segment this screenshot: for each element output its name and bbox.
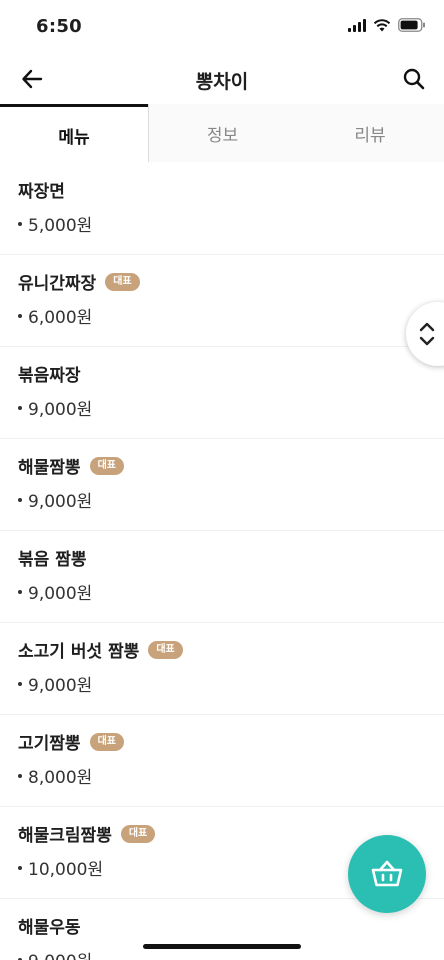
bullet-icon [18, 681, 22, 686]
menu-item-name: 볶음 짬뽕 [18, 550, 87, 570]
bullet-icon [18, 313, 22, 318]
wifi-icon [373, 18, 391, 31]
menu-item-name: 소고기 버섯 짬뽕 [18, 642, 140, 662]
signal-icon [348, 18, 366, 32]
cart-button[interactable] [348, 835, 426, 913]
status-icons [348, 18, 426, 32]
search-icon [403, 68, 425, 90]
bullet-icon [18, 497, 22, 502]
menu-item-name: 해물우동 [18, 918, 81, 938]
bullet-icon [18, 405, 22, 410]
signature-badge: 대표 [89, 456, 124, 475]
app-header: 뽕차이 [0, 54, 444, 104]
search-button[interactable] [398, 64, 430, 94]
tab-info[interactable]: 정보 [148, 104, 296, 162]
menu-item-name: 해물크림짬뽕 [18, 826, 112, 846]
menu-item-name: 해물짬뽕 [18, 458, 81, 478]
menu-item[interactable]: 유니간짜장 대표 6,000원 [0, 255, 444, 347]
menu-item-price: 8,000원 [28, 768, 93, 788]
menu-item-price: 9,000원 [28, 676, 93, 696]
chevron-up-down-icon [419, 322, 435, 346]
menu-item[interactable]: 짜장면 5,000원 [0, 163, 444, 255]
basket-icon [371, 860, 403, 887]
bullet-icon [18, 589, 22, 594]
menu-item-price: 6,000원 [28, 308, 93, 328]
menu-item-price: 9,000원 [28, 947, 92, 960]
menu-item-price: 5,000원 [28, 216, 93, 236]
menu-item-name: 볶음짜장 [18, 366, 81, 386]
menu-item-name: 유니간짜장 [18, 274, 97, 294]
bullet-icon [18, 773, 22, 778]
menu-item[interactable]: 볶음짜장 9,000원 [0, 347, 444, 439]
signature-badge: 대표 [148, 640, 183, 659]
signature-badge: 대표 [105, 272, 140, 291]
menu-item-name: 짜장면 [18, 182, 65, 202]
tab-menu[interactable]: 메뉴 [0, 104, 148, 163]
menu-item-name: 고기짬뽕 [18, 734, 81, 754]
tab-bar: 메뉴 정보 리뷰 [0, 104, 444, 163]
screen: 6:50 뽕차이 메뉴 정보 리뷰 짜장면 5,000원 유니간짜장 대표 6,… [0, 0, 444, 960]
menu-item-price: 9,000원 [28, 492, 93, 512]
menu-item-price: 9,000원 [28, 400, 93, 420]
page-title: 뽕차이 [195, 71, 249, 93]
status-bar: 6:50 [0, 0, 444, 54]
menu-item-price: 10,000원 [28, 860, 104, 880]
bullet-icon [18, 865, 22, 870]
home-indicator [143, 944, 301, 949]
menu-item[interactable]: 고기짬뽕 대표 8,000원 [0, 715, 444, 807]
status-time: 6:50 [36, 16, 82, 37]
signature-badge: 대표 [89, 732, 124, 751]
menu-item[interactable]: 소고기 버섯 짬뽕 대표 9,000원 [0, 623, 444, 715]
menu-item-price: 9,000원 [28, 584, 93, 604]
tab-reviews[interactable]: 리뷰 [296, 104, 444, 162]
menu-item[interactable]: 해물짬뽕 대표 9,000원 [0, 439, 444, 531]
battery-icon [398, 18, 425, 32]
bullet-icon [18, 221, 22, 226]
signature-badge: 대표 [120, 824, 156, 843]
menu-item[interactable]: 볶음 짬뽕 9,000원 [0, 531, 444, 623]
